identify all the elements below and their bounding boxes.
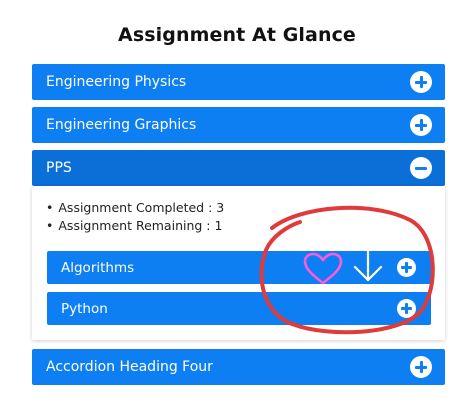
plus-circle-icon[interactable] bbox=[410, 356, 432, 378]
accordion-item-engineering-physics[interactable]: Engineering Physics bbox=[32, 64, 445, 100]
list-item: Assignment Completed : 3 bbox=[46, 199, 224, 217]
sub-accordion-item-python[interactable]: Python bbox=[47, 292, 431, 325]
accordion-item-pps[interactable]: PPS bbox=[32, 150, 445, 186]
sub-accordion-item-label: Python bbox=[61, 300, 108, 317]
plus-circle-icon[interactable] bbox=[397, 258, 416, 277]
accordion-item-label: PPS bbox=[46, 160, 72, 176]
heart-icon bbox=[303, 252, 343, 285]
sub-accordion-item-label: Algorithms bbox=[61, 259, 135, 276]
plus-circle-icon[interactable] bbox=[410, 114, 432, 136]
accordion-item-label: Engineering Graphics bbox=[46, 117, 197, 133]
accordion-item-label: Engineering Physics bbox=[46, 74, 187, 90]
down-arrow-icon bbox=[353, 249, 383, 282]
accordion-item-heading-four[interactable]: Accordion Heading Four bbox=[32, 349, 445, 385]
accordion-item-label: Accordion Heading Four bbox=[46, 359, 213, 375]
minus-circle-icon[interactable] bbox=[410, 157, 432, 179]
accordion-item-engineering-graphics[interactable]: Engineering Graphics bbox=[32, 107, 445, 143]
plus-circle-icon[interactable] bbox=[397, 299, 416, 318]
plus-circle-icon[interactable] bbox=[410, 71, 432, 93]
page: Assignment At Glance Engineering Physics… bbox=[0, 0, 474, 404]
page-title: Assignment At Glance bbox=[118, 24, 356, 46]
assignment-summary-list: Assignment Completed : 3 Assignment Rema… bbox=[46, 199, 224, 235]
list-item: Assignment Remaining : 1 bbox=[46, 217, 224, 235]
